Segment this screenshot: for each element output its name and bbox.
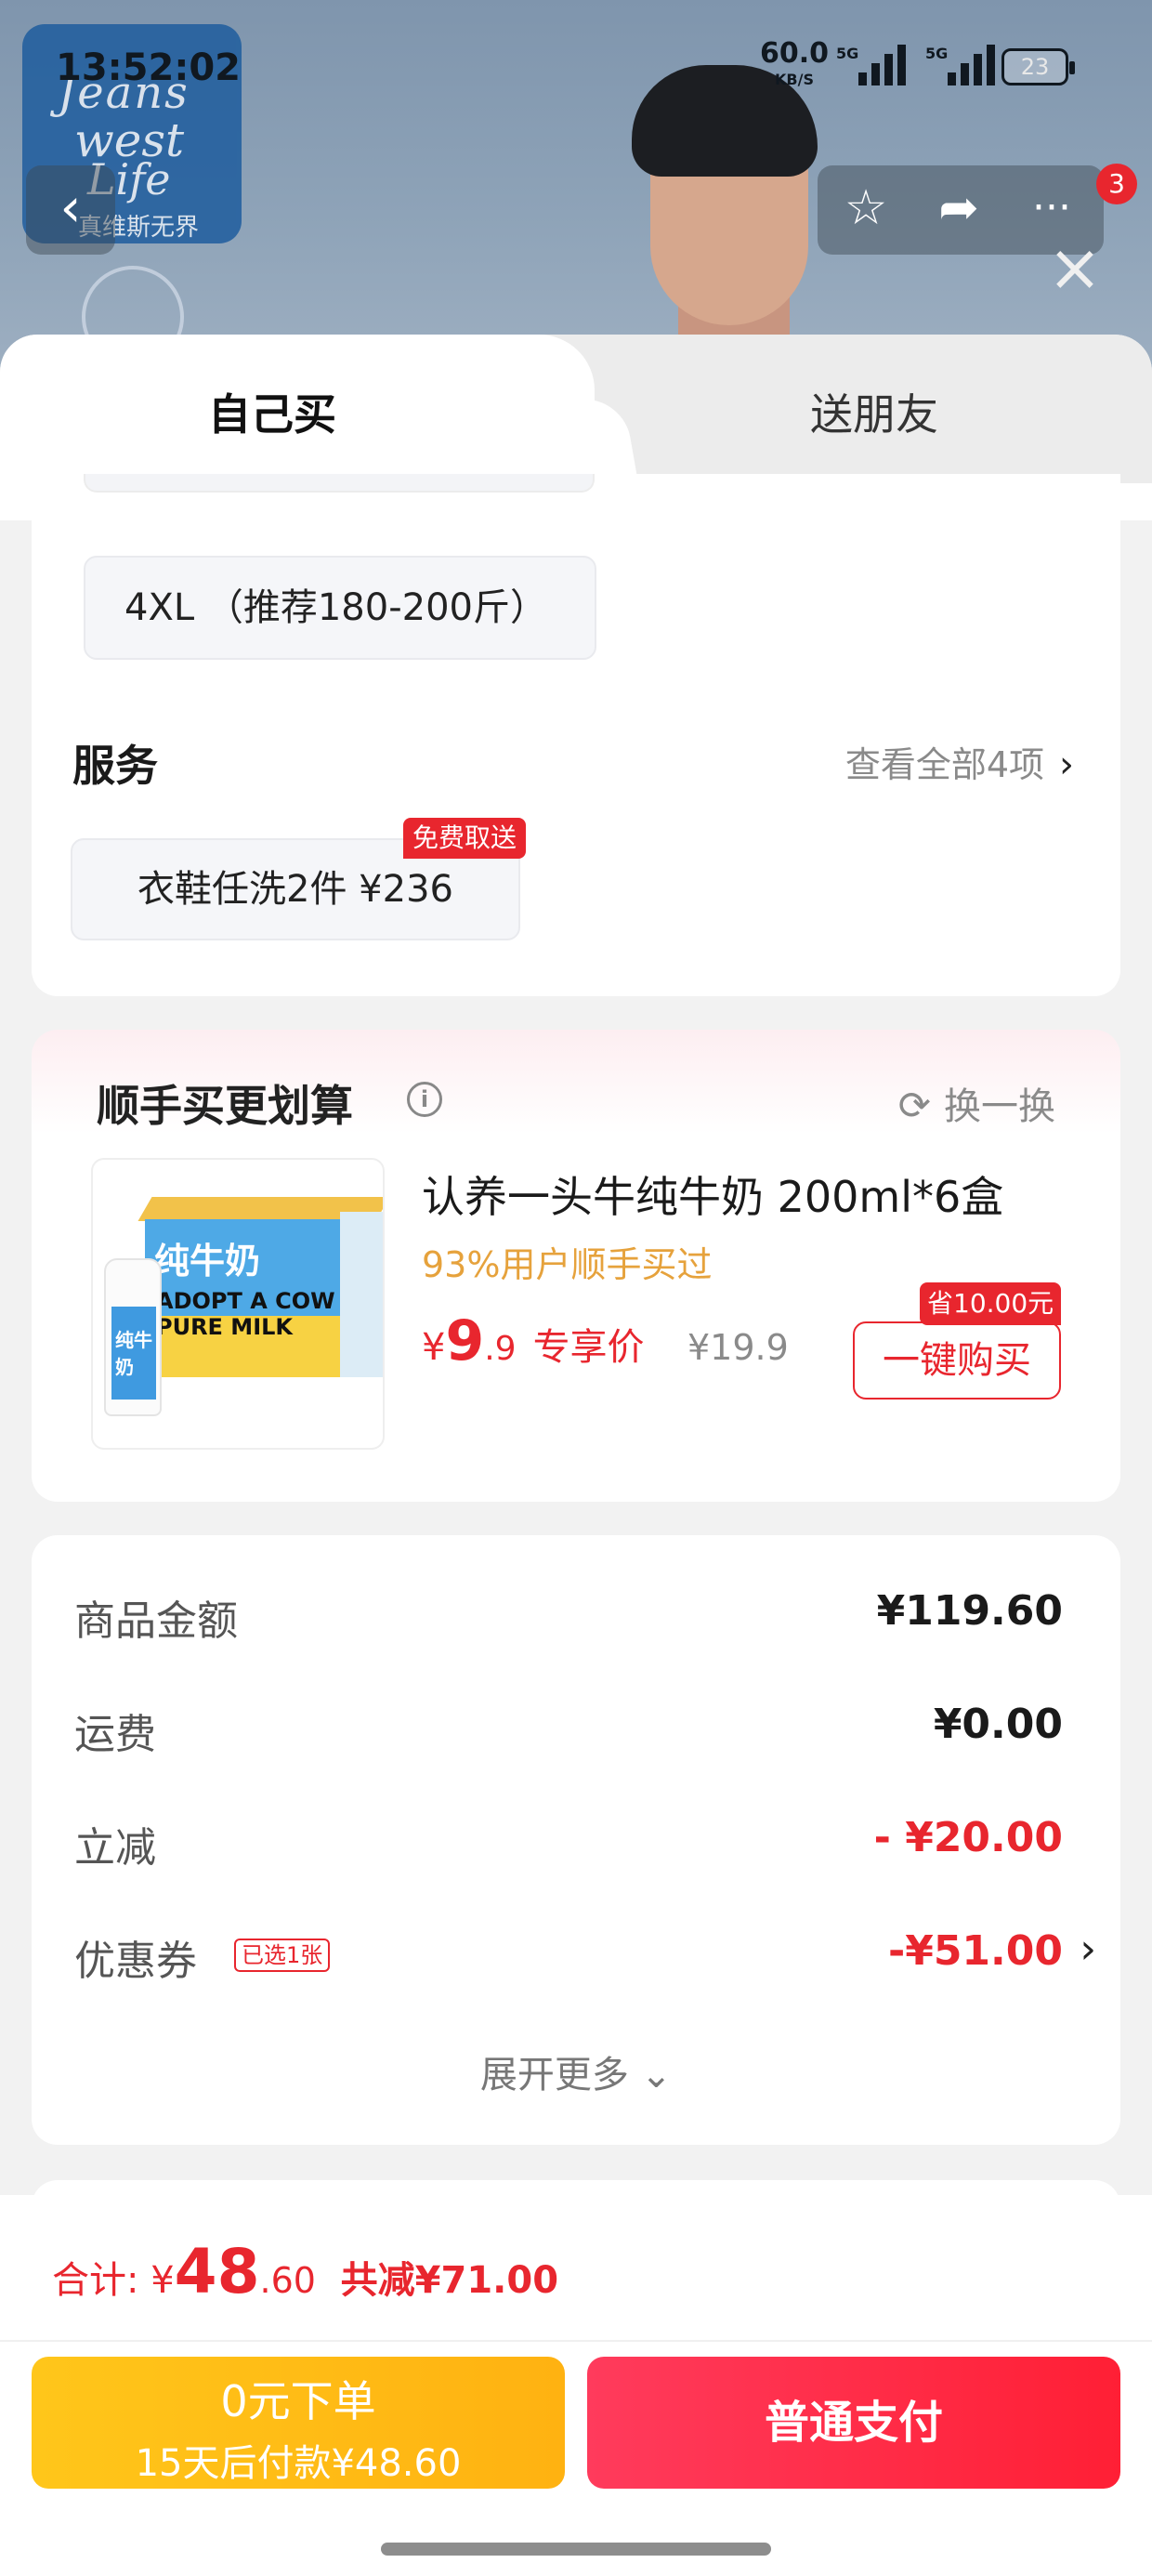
zero-down-pay-button[interactable]: 0元下单 15天后付款¥48.60 xyxy=(32,2357,565,2489)
purchase-mode-tabs: 自己买 送朋友 xyxy=(0,335,1152,493)
signal-icon-2: 5G xyxy=(925,45,995,85)
free-pickup-tag: 免费取送 xyxy=(403,818,527,859)
addon-original-price: ¥19.9 xyxy=(687,1327,789,1368)
network-speed: 60.0 KB/S xyxy=(760,37,830,89)
order-total: 合计: ¥48.60 共减¥71.00 xyxy=(52,2236,559,2307)
battery-icon: 23 xyxy=(1001,48,1075,85)
refresh-icon: ⟳ xyxy=(897,1083,931,1128)
summary-row-goods: 商品金额 ¥119.60 xyxy=(74,1587,1063,1645)
price-summary-card: 商品金额 ¥119.60 运费 ¥0.00 立减 - ¥20.00 优惠券 已选… xyxy=(32,1535,1120,2145)
favorite-star-icon[interactable]: ☆ xyxy=(836,180,896,240)
summary-row-shipping: 运费 ¥0.00 xyxy=(74,1701,1063,1758)
chevron-down-icon: ⌄ xyxy=(640,2054,673,2096)
info-icon[interactable]: i xyxy=(407,1082,442,1117)
size-option-4xl[interactable]: 4XL （推荐180-200斤） xyxy=(84,556,596,660)
expand-more-button[interactable]: 展开更多 ⌄ xyxy=(32,2044,1120,2098)
tab-gift-to-friend[interactable]: 送朋友 xyxy=(810,381,938,442)
back-button[interactable]: ‹ xyxy=(26,165,115,255)
coupon-selected-tag: 已选1张 xyxy=(234,1939,331,1972)
service-title: 服务 xyxy=(72,741,158,791)
addon-product-name[interactable]: 认养一头牛纯牛奶 200ml*6盒 xyxy=(422,1163,1003,1225)
spec-service-card: 4XL （推荐180-200斤） 服务 查看全部4项 › 衣鞋任洗2件 ¥236 … xyxy=(32,474,1120,996)
home-indicator xyxy=(381,2543,771,2556)
bottom-checkout-bar: 合计: ¥48.60 共减¥71.00 0元下单 15天后付款¥48.60 普通… xyxy=(0,2195,1152,2576)
milk-product-image[interactable]: 纯牛奶 ADOPT A COW PURE MILK 纯牛奶 xyxy=(91,1158,385,1450)
more-badge: 3 xyxy=(1096,164,1137,204)
addon-buyers-note: 93%用户顺手买过 xyxy=(422,1244,713,1285)
status-bar: 13:52:02 60.0 KB/S 5G 5G 23 xyxy=(0,0,1152,139)
service-view-all-link[interactable]: 查看全部4项 › xyxy=(845,736,1074,787)
size-option-partial[interactable] xyxy=(84,474,595,493)
status-time: 13:52:02 xyxy=(56,46,241,89)
chevron-right-icon: › xyxy=(1080,1925,1096,1973)
normal-pay-button[interactable]: 普通支付 xyxy=(587,2357,1120,2489)
tab-buy-for-self[interactable]: 自己买 xyxy=(208,381,336,442)
addon-title: 顺手买更划算 xyxy=(97,1081,353,1131)
signal-icon: 5G xyxy=(836,45,906,85)
one-click-buy-button[interactable]: 一键购买 xyxy=(853,1321,1061,1400)
swap-button[interactable]: ⟳ 换一换 xyxy=(898,1076,1055,1130)
addon-price: ¥9.9 专享价 xyxy=(422,1308,645,1373)
summary-row-coupon[interactable]: 优惠券 已选1张 -¥51.00 › xyxy=(74,1922,1096,1987)
save-amount-tag: 省10.00元 xyxy=(920,1282,1062,1325)
summary-row-discount: 立减 - ¥20.00 xyxy=(74,1814,1063,1872)
chevron-right-icon: › xyxy=(1059,743,1074,786)
share-icon[interactable]: ➦ xyxy=(929,180,988,240)
close-icon[interactable]: × xyxy=(1044,235,1106,301)
chevron-left-icon: ‹ xyxy=(59,176,82,239)
addon-recommend-card: 顺手买更划算 i ⟳ 换一换 纯牛奶 ADOPT A COW PURE MILK … xyxy=(32,1030,1120,1502)
